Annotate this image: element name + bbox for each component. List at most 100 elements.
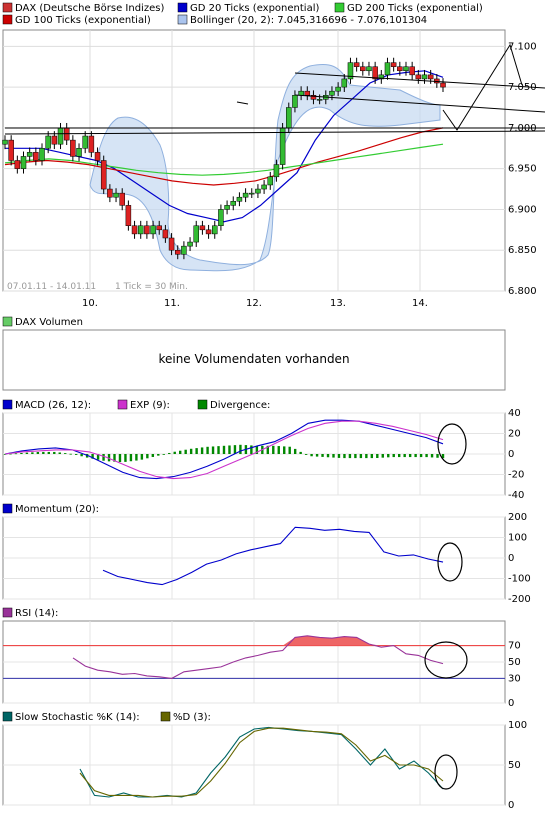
divergence-bar — [343, 454, 346, 459]
divergence-bar — [293, 448, 297, 454]
divergence-bar — [80, 454, 83, 457]
divergence-bar — [315, 454, 319, 457]
divergence-bar — [53, 451, 56, 454]
divergence-bar — [299, 451, 302, 454]
divergence-bar — [200, 447, 204, 454]
legend-swatch-stoch-d — [160, 711, 171, 722]
divergence-bar — [146, 454, 149, 459]
divergence-bar — [283, 446, 286, 454]
divergence-bar — [250, 445, 253, 454]
panel-y-tick: 50 — [508, 657, 521, 668]
legend-swatch-gd200 — [334, 2, 345, 13]
divergence-bar — [124, 454, 127, 462]
date-range: 07.01.11 - 14.01.11 — [7, 282, 96, 292]
divergence-bar — [69, 453, 72, 455]
candle-body — [76, 148, 82, 157]
divergence-bar — [272, 445, 275, 454]
legend-momentum: Momentum (20): — [15, 504, 99, 515]
price-y-tick: 6.900 — [508, 204, 537, 215]
divergence-bar — [288, 446, 291, 454]
candle-body — [316, 99, 323, 101]
panel-y-tick: -40 — [508, 490, 524, 501]
legend-swatch-volume — [2, 316, 13, 327]
divergence-bar — [222, 445, 226, 454]
price-y-tick: 7.100 — [508, 41, 537, 52]
candle-body — [82, 135, 88, 149]
price-x-tick: 10. — [82, 298, 98, 309]
divergence-bar — [419, 454, 423, 458]
legend-swatch-gd20 — [177, 2, 188, 13]
candle-body — [205, 229, 212, 235]
panel-y-tick: 0 — [508, 553, 514, 564]
legend-divergence: Divergence: — [210, 400, 270, 411]
panel-y-tick: 50 — [508, 760, 521, 771]
price-y-tick: 7.050 — [508, 82, 537, 93]
panel-y-tick: 100 — [508, 533, 527, 544]
divergence-bar — [354, 454, 357, 459]
divergence-bar — [326, 454, 330, 458]
divergence-bar — [206, 446, 209, 454]
price-x-axis: 10. 11. 12. 13. 14. — [82, 298, 428, 309]
legend-swatch-bollinger — [177, 14, 188, 25]
candle-body — [390, 62, 397, 67]
candle-body — [298, 90, 304, 96]
divergence-bar — [36, 452, 40, 454]
divergence-bar — [211, 446, 215, 454]
divergence-bar — [173, 451, 176, 454]
candle-body — [51, 135, 58, 145]
legend-swatch-exp — [117, 399, 128, 410]
candle-body — [125, 205, 132, 226]
candle-body — [366, 66, 372, 72]
divergence-bar — [348, 454, 352, 459]
divergence-bar — [430, 454, 434, 458]
candle-body — [353, 62, 360, 67]
legend-gd100: GD 100 Ticks (exponential) — [15, 15, 151, 26]
candle-body — [45, 135, 51, 149]
divergence-bar — [392, 454, 395, 458]
legend-stoch-k: Slow Stochastic %K (14): — [15, 712, 140, 723]
legend-swatch-gd100 — [2, 14, 13, 25]
candle-body — [440, 82, 446, 88]
candle-body — [181, 245, 187, 255]
divergence-bar — [403, 454, 406, 458]
price-x-tick: 11. — [164, 298, 180, 309]
price-y-axis: 7.100 7.050 7.000 6.950 6.900 6.850 6.800 — [508, 41, 537, 297]
legend-macd: MACD (26, 12): — [15, 400, 91, 411]
divergence-bar — [387, 454, 390, 458]
candle-body — [341, 78, 348, 88]
price-y-tick: 7.000 — [508, 123, 537, 134]
candle-body — [211, 225, 218, 235]
candle-body — [150, 225, 156, 235]
candle-body — [279, 127, 286, 165]
tick-note: 1 Tick = 30 Min. — [115, 282, 188, 292]
candle-body — [174, 249, 181, 255]
panel-y-tick: 30 — [508, 673, 521, 684]
divergence-bar — [74, 454, 78, 455]
divergence-bar — [184, 449, 187, 454]
candle-body — [144, 225, 150, 235]
price-x-tick: 14. — [412, 298, 428, 309]
divergence-bar — [321, 454, 324, 457]
candle-body — [304, 90, 311, 96]
divergence-bar — [129, 454, 133, 462]
candle-body — [335, 86, 341, 92]
divergence-bar — [381, 454, 384, 458]
divergence-bar — [179, 450, 182, 454]
candle-body — [199, 225, 206, 231]
divergence-bar — [157, 454, 160, 456]
legend-swatch-stoch-k — [2, 711, 13, 722]
candle-body — [224, 205, 230, 210]
macd-panel: MACD (26, 12): EXP (9): Divergence: 40 20… — [2, 399, 524, 501]
divergence-bar — [277, 446, 280, 454]
divergence-bar — [359, 454, 363, 459]
candle-body — [329, 90, 335, 96]
divergence-bar — [20, 453, 23, 454]
legend-main: DAX (Deutsche Börse Indizes) GD 20 Ticks… — [2, 2, 483, 26]
candle-body — [193, 225, 199, 243]
candle-body — [8, 139, 14, 161]
divergence-bar — [47, 451, 50, 454]
divergence-bar — [365, 454, 368, 459]
candle-body — [236, 196, 243, 202]
candle-body — [292, 95, 298, 108]
divergence-bar — [408, 454, 412, 458]
